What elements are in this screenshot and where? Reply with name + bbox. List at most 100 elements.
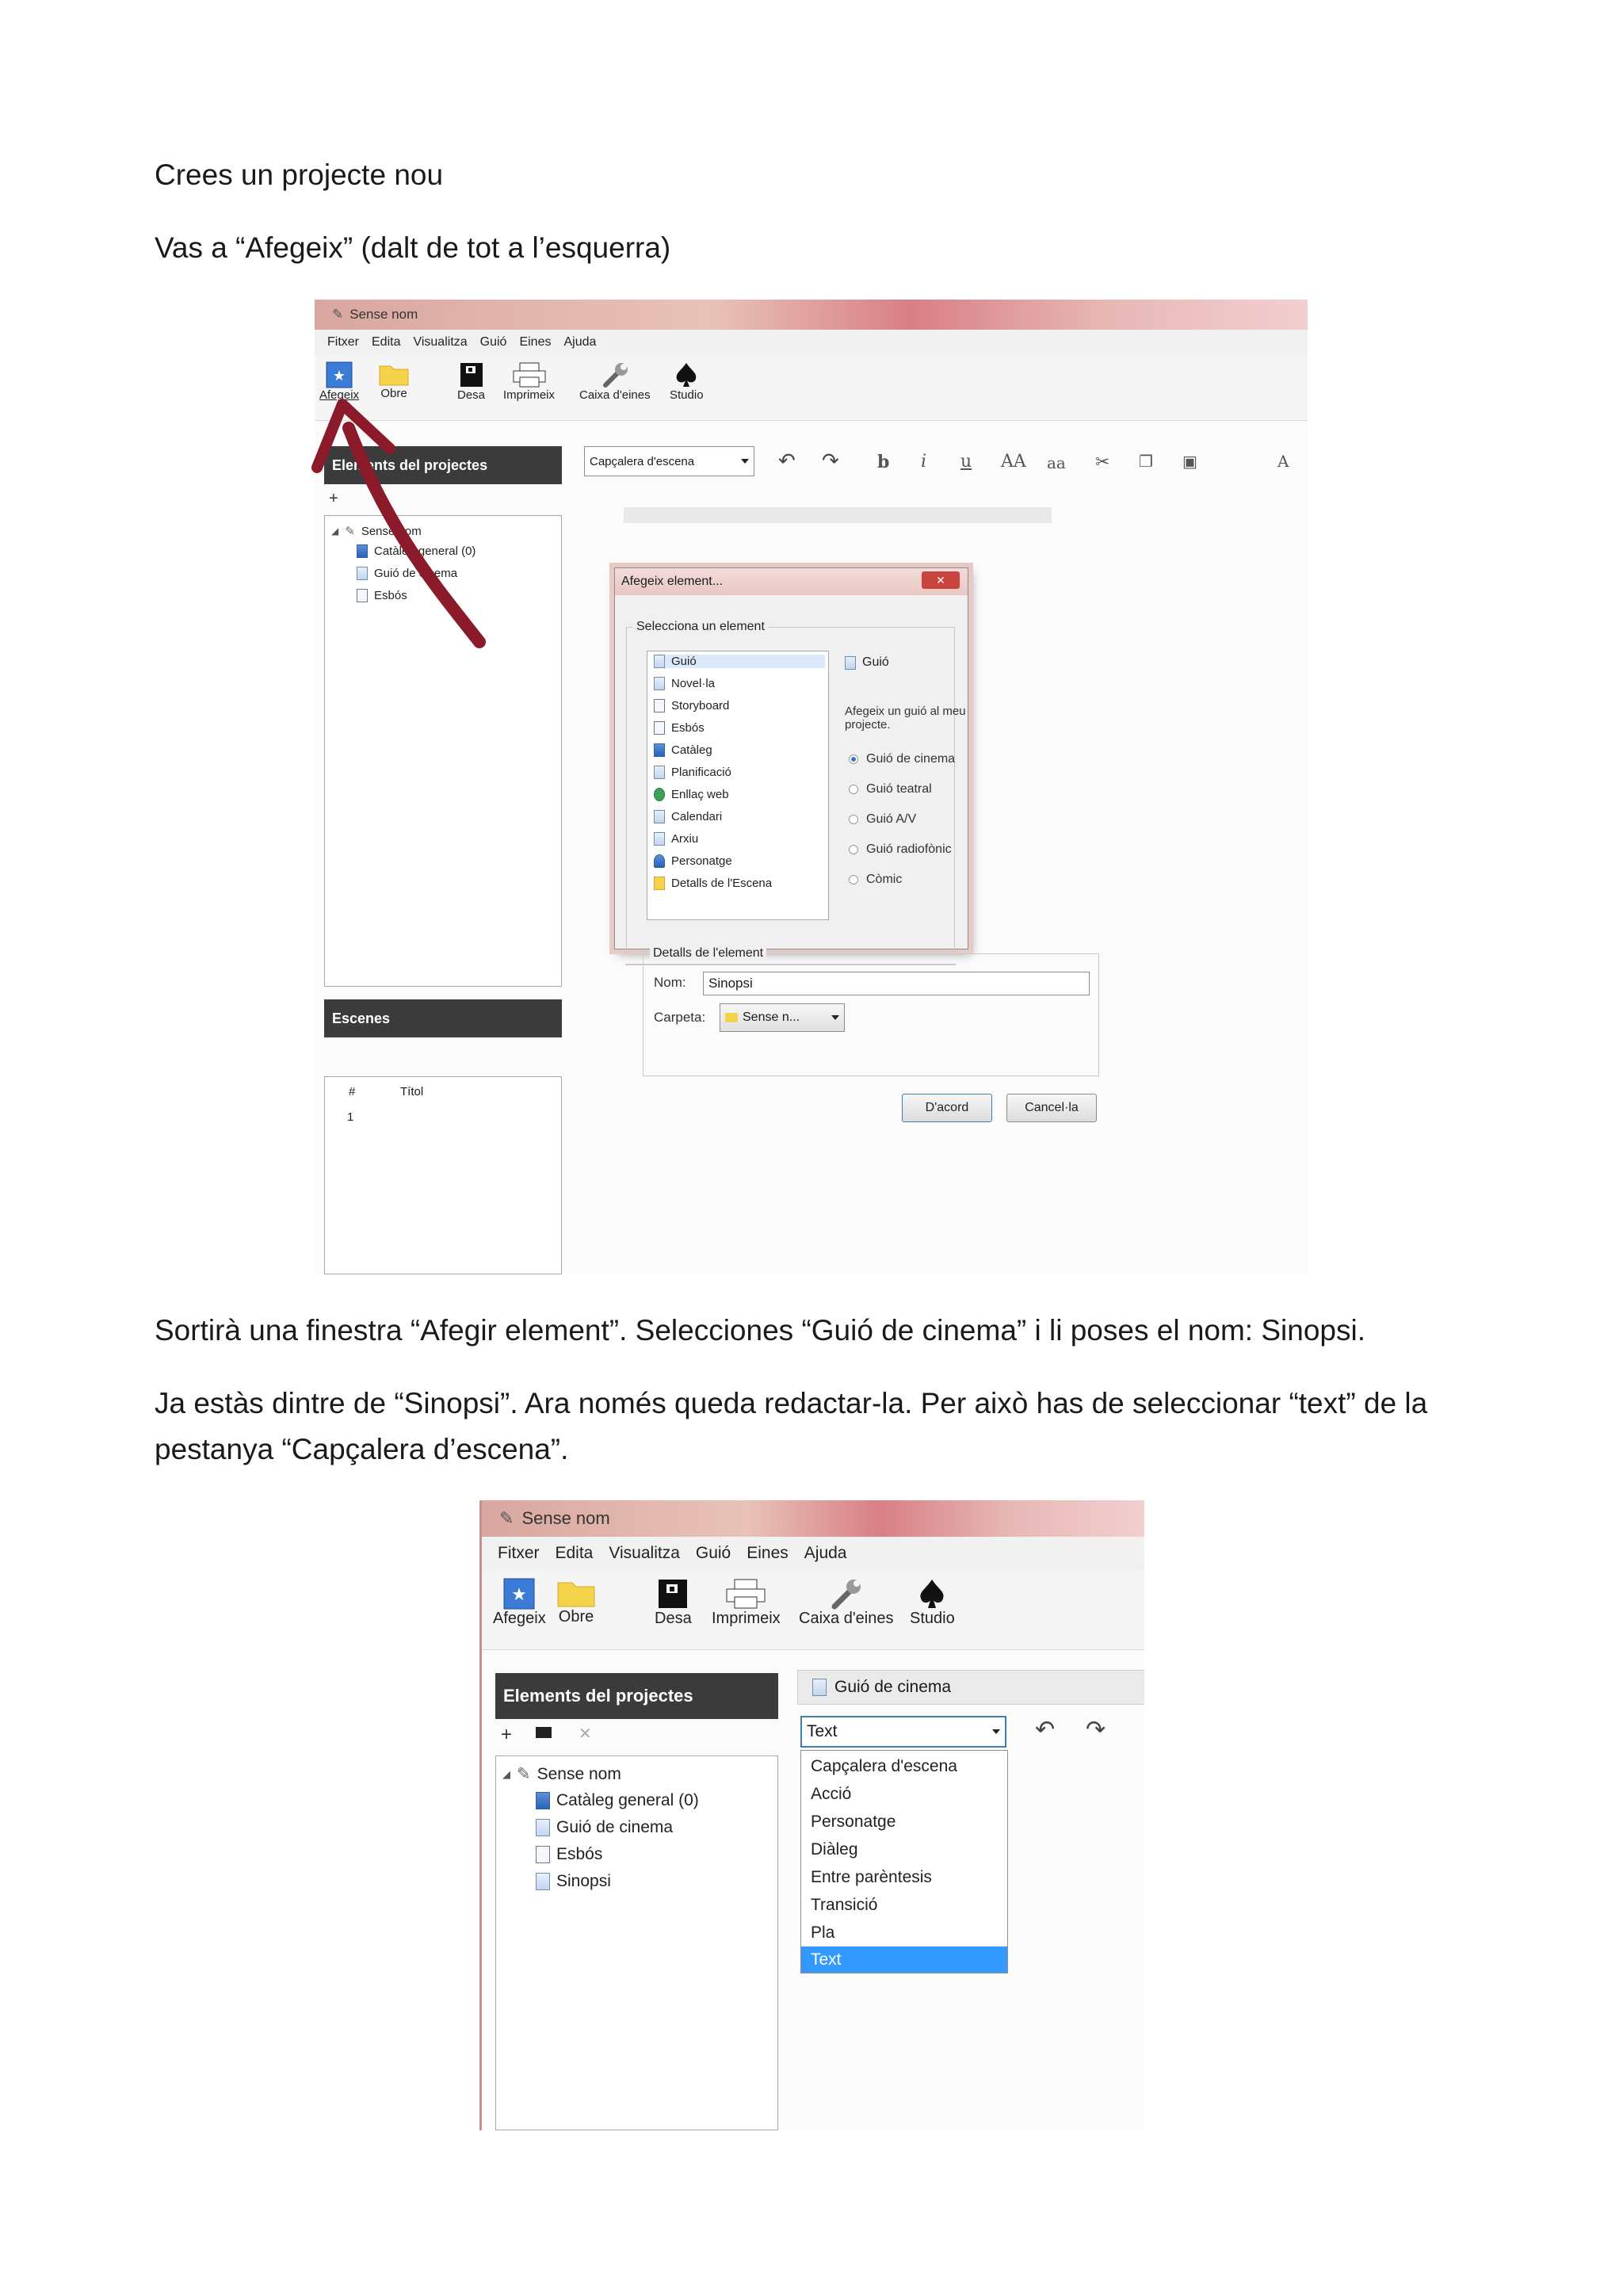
style-option[interactable]: Acció: [801, 1780, 1007, 1808]
menu-view[interactable]: Visualitza: [609, 1544, 680, 1563]
element-type-item[interactable]: Enllaç web: [654, 788, 729, 801]
catalog-icon: [536, 1792, 550, 1809]
print-button[interactable]: Imprimeix: [503, 361, 555, 402]
spade-icon: [920, 1580, 944, 1608]
element-type-item[interactable]: Storyboard: [654, 699, 729, 712]
style-option[interactable]: Personatge: [801, 1808, 1007, 1836]
add-button[interactable]: ★ Afegeix: [493, 1578, 546, 1628]
style-combo[interactable]: Text: [800, 1716, 1006, 1748]
element-type-item[interactable]: Guió: [654, 655, 825, 668]
globe-icon: [654, 788, 665, 801]
document-icon: [536, 1873, 550, 1890]
font-button[interactable]: A: [1277, 452, 1289, 471]
menu-help[interactable]: Ajuda: [804, 1544, 847, 1563]
studio-label: Studio: [910, 1610, 955, 1627]
toolbox-label: Caixa d'eines: [799, 1610, 894, 1627]
paste-icon[interactable]: ▣: [1182, 452, 1197, 472]
expand-icon: ◢: [502, 1767, 510, 1780]
print-button[interactable]: Imprimeix: [712, 1578, 781, 1628]
open-button[interactable]: Obre: [556, 1578, 596, 1626]
radio: [849, 875, 858, 884]
option-theatre-script[interactable]: Guió teatral: [849, 782, 932, 797]
redo-icon[interactable]: ↷: [822, 449, 839, 473]
annotation-arrow-icon: [311, 399, 486, 648]
tree-item-sketch[interactable]: Esbós: [536, 1845, 602, 1864]
selected-type-heading: Guió: [845, 655, 889, 670]
tree-item-catalog[interactable]: Catàleg general (0): [536, 1791, 699, 1810]
studio-button[interactable]: Studio: [910, 1578, 955, 1628]
element-type-item[interactable]: Detalls de l'Escena: [654, 877, 772, 890]
wrench-icon: [602, 363, 628, 388]
option-film-script[interactable]: Guió de cinema: [849, 752, 955, 766]
tree-item-label: Catàleg general (0): [556, 1791, 699, 1809]
tree-item-screenplay[interactable]: Guió de cinema: [536, 1818, 673, 1837]
menu-edit[interactable]: Edita: [556, 1544, 594, 1563]
scenes-panel-title: Escenes: [332, 1010, 391, 1026]
element-type-item[interactable]: Arxiu: [654, 832, 698, 846]
studio-button[interactable]: Studio: [670, 361, 704, 402]
toolbox-button[interactable]: Caixa d'eines: [579, 361, 651, 402]
dialog-title: Afegeix element...: [621, 575, 724, 588]
style-option[interactable]: Diàleg: [801, 1836, 1007, 1863]
chevron-down-icon: [831, 1015, 839, 1020]
style-option[interactable]: Entre parèntesis: [801, 1863, 1007, 1891]
uppercase-button[interactable]: AA: [1001, 452, 1026, 472]
ok-button[interactable]: D'acord: [902, 1094, 992, 1122]
cut-icon[interactable]: ✂: [1095, 452, 1109, 472]
style-option[interactable]: Capçalera d'escena: [801, 1752, 1007, 1780]
open-label: Obre: [558, 1608, 594, 1626]
element-type-item[interactable]: Planificació: [654, 766, 731, 779]
window-titlebar: ✎ Sense nom: [315, 300, 1308, 330]
italic-button[interactable]: i: [921, 452, 926, 472]
option-radio-script[interactable]: Guió radiofònic: [849, 842, 952, 857]
menu-tools[interactable]: Eines: [747, 1544, 789, 1563]
style-option[interactable]: Pla: [801, 1919, 1007, 1946]
tree-root[interactable]: ◢ ✎ Sense nom: [502, 1764, 621, 1784]
element-type-item[interactable]: Personatge: [654, 854, 732, 868]
element-type-item[interactable]: Calendari: [654, 810, 722, 823]
redo-icon[interactable]: ↷: [1086, 1716, 1106, 1744]
folder-add-icon[interactable]: [536, 1727, 552, 1738]
undo-icon[interactable]: ↶: [778, 449, 796, 473]
element-type-item[interactable]: Novel·la: [654, 677, 715, 690]
delete-icon[interactable]: ✕: [579, 1724, 592, 1744]
bold-button[interactable]: b: [877, 452, 889, 472]
add-star-icon: ★: [503, 1578, 535, 1610]
add-item-icon[interactable]: +: [501, 1724, 512, 1746]
tab-screenplay[interactable]: Guió de cinema: [797, 1670, 1144, 1705]
menu-file[interactable]: Fitxer: [498, 1544, 540, 1563]
underline-button[interactable]: u: [960, 452, 972, 472]
element-type-label: Novel·la: [671, 677, 716, 690]
lowercase-button[interactable]: aa: [1047, 453, 1066, 472]
menu-tools[interactable]: Eines: [519, 335, 551, 350]
style-option-selected[interactable]: Text: [801, 1946, 1007, 1973]
wrench-icon: [831, 1580, 861, 1610]
cancel-button[interactable]: Cancel·la: [1006, 1094, 1097, 1122]
close-icon[interactable]: ✕: [922, 571, 960, 589]
menu-edit[interactable]: Edita: [372, 335, 400, 350]
tree-item-label: Esbós: [556, 1845, 603, 1863]
menu-script[interactable]: Guió: [696, 1544, 731, 1563]
projects-tree: ◢ ✎ Sense nom Catàleg general (0) Guió d…: [495, 1755, 778, 2130]
element-type-item[interactable]: Esbós: [654, 721, 705, 735]
option-comic[interactable]: Còmic: [849, 873, 902, 887]
scenes-row-number[interactable]: 1: [347, 1110, 353, 1124]
window-title: Sense nom: [349, 307, 418, 322]
folder-select[interactable]: Sense n...: [720, 1003, 845, 1032]
menu-help[interactable]: Ajuda: [563, 335, 596, 350]
tree-item-synopsis[interactable]: Sinopsi: [536, 1872, 611, 1891]
style-combo[interactable]: Capçalera d'escena: [584, 446, 754, 476]
undo-icon[interactable]: ↶: [1035, 1716, 1055, 1744]
copy-icon[interactable]: ❐: [1139, 452, 1153, 472]
menu-script[interactable]: Guió: [480, 335, 507, 350]
style-option[interactable]: Transició: [801, 1891, 1007, 1919]
menu-view[interactable]: Visualitza: [413, 335, 467, 350]
element-type-item[interactable]: Catàleg: [654, 743, 712, 757]
window-titlebar: ✎ Sense nom: [482, 1500, 1144, 1537]
toolbox-button[interactable]: Caixa d'eines: [799, 1578, 893, 1628]
selected-type-title: Guió: [862, 655, 889, 669]
menu-file[interactable]: Fitxer: [327, 335, 359, 350]
save-button[interactable]: Desa: [655, 1578, 692, 1628]
option-av-script[interactable]: Guió A/V: [849, 812, 916, 827]
name-field[interactable]: Sinopsi: [703, 972, 1090, 995]
